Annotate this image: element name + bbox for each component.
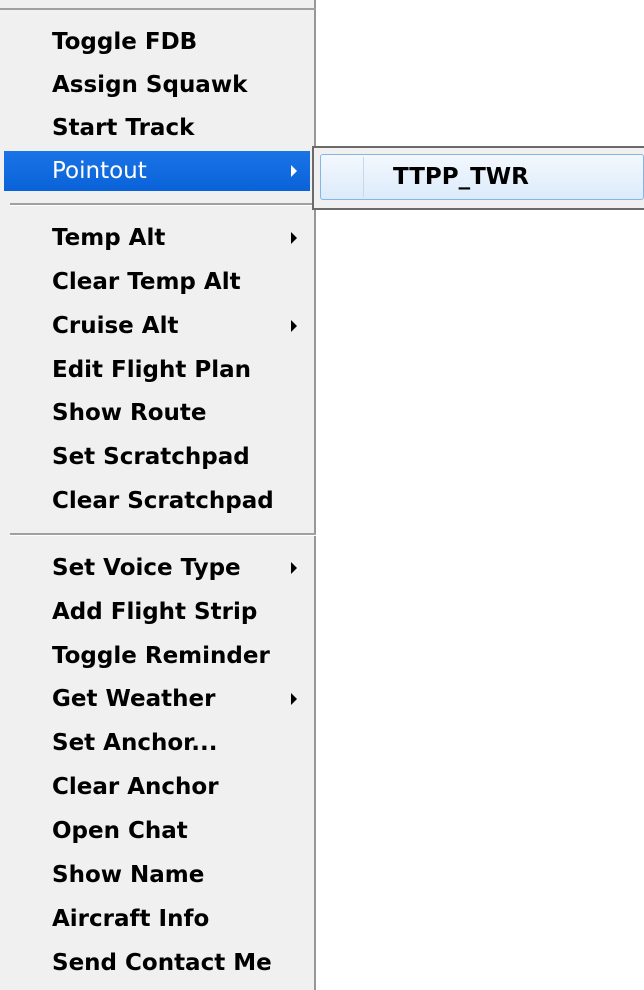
- screen: Toggle FDB Assign Squawk Start Track Poi…: [0, 0, 644, 990]
- menu-item-aircraft-info[interactable]: Aircraft Info: [0, 899, 314, 939]
- submenu-icon-column: [323, 157, 364, 197]
- menu-item-get-weather[interactable]: Get Weather: [0, 679, 314, 719]
- menu-item-temp-alt[interactable]: Temp Alt: [0, 218, 314, 258]
- submenu-arrow-icon: [291, 320, 297, 332]
- menu-item-label: Toggle Reminder: [52, 643, 270, 669]
- menu-item-label: Assign Squawk: [52, 72, 248, 98]
- submenu-item-ttpp-twr[interactable]: TTPP_TWR: [320, 154, 644, 200]
- menu-item-clear-temp-alt[interactable]: Clear Temp Alt: [0, 262, 314, 302]
- menu-item-add-flight-strip[interactable]: Add Flight Strip: [0, 592, 314, 632]
- menu-item-label: Send Contact Me: [52, 950, 272, 976]
- menu-item-pointout[interactable]: Pointout: [4, 151, 310, 191]
- menu-item-label: Show Name: [52, 862, 205, 888]
- menu-item-toggle-reminder[interactable]: Toggle Reminder: [0, 636, 314, 676]
- submenu-item-label: TTPP_TWR: [393, 164, 529, 190]
- menu-item-label: Start Track: [52, 115, 195, 141]
- submenu-arrow-icon: [291, 562, 297, 574]
- menu-item-set-scratchpad[interactable]: Set Scratchpad: [0, 437, 314, 477]
- menu-separator: [10, 533, 316, 536]
- menu-item-label: Set Scratchpad: [52, 444, 250, 470]
- menu-item-label: Add Flight Strip: [52, 599, 258, 625]
- menu-item-assign-squawk[interactable]: Assign Squawk: [0, 65, 314, 105]
- menu-top-border: [0, 8, 316, 10]
- menu-item-edit-flight-plan[interactable]: Edit Flight Plan: [0, 350, 314, 390]
- menu-item-set-voice-type[interactable]: Set Voice Type: [0, 548, 314, 588]
- menu-item-label: Edit Flight Plan: [52, 357, 252, 383]
- menu-item-cruise-alt[interactable]: Cruise Alt: [0, 306, 314, 346]
- context-menu: Toggle FDB Assign Squawk Start Track Poi…: [0, 0, 316, 990]
- menu-item-clear-anchor[interactable]: Clear Anchor: [0, 767, 314, 807]
- menu-item-label: Temp Alt: [52, 225, 166, 251]
- menu-item-label: Aircraft Info: [52, 906, 210, 932]
- menu-item-open-chat[interactable]: Open Chat: [0, 811, 314, 851]
- menu-item-set-anchor[interactable]: Set Anchor...: [0, 723, 314, 763]
- menu-item-show-route[interactable]: Show Route: [0, 393, 314, 433]
- menu-item-label: Set Voice Type: [52, 555, 241, 581]
- menu-item-label: Set Anchor...: [52, 730, 218, 756]
- menu-separator: [10, 203, 316, 206]
- submenu-arrow-icon: [291, 165, 297, 177]
- menu-item-label: Open Chat: [52, 818, 188, 844]
- menu-item-label: Cruise Alt: [52, 313, 179, 339]
- menu-item-label: Show Route: [52, 400, 207, 426]
- menu-item-label: Toggle FDB: [52, 29, 198, 55]
- pointout-submenu: TTPP_TWR: [312, 146, 644, 210]
- menu-item-clear-scratchpad[interactable]: Clear Scratchpad: [0, 481, 314, 521]
- menu-item-label: Clear Scratchpad: [52, 488, 274, 514]
- menu-item-label: Pointout: [52, 158, 147, 184]
- menu-item-label: Clear Anchor: [52, 774, 219, 800]
- submenu-arrow-icon: [291, 232, 297, 244]
- menu-item-label: Get Weather: [52, 686, 216, 712]
- menu-item-toggle-fdb[interactable]: Toggle FDB: [0, 22, 314, 62]
- submenu-arrow-icon: [291, 693, 297, 705]
- menu-item-start-track[interactable]: Start Track: [0, 108, 314, 148]
- menu-item-show-name[interactable]: Show Name: [0, 855, 314, 895]
- menu-item-send-contact-me[interactable]: Send Contact Me: [0, 943, 314, 983]
- menu-item-label: Clear Temp Alt: [52, 269, 241, 295]
